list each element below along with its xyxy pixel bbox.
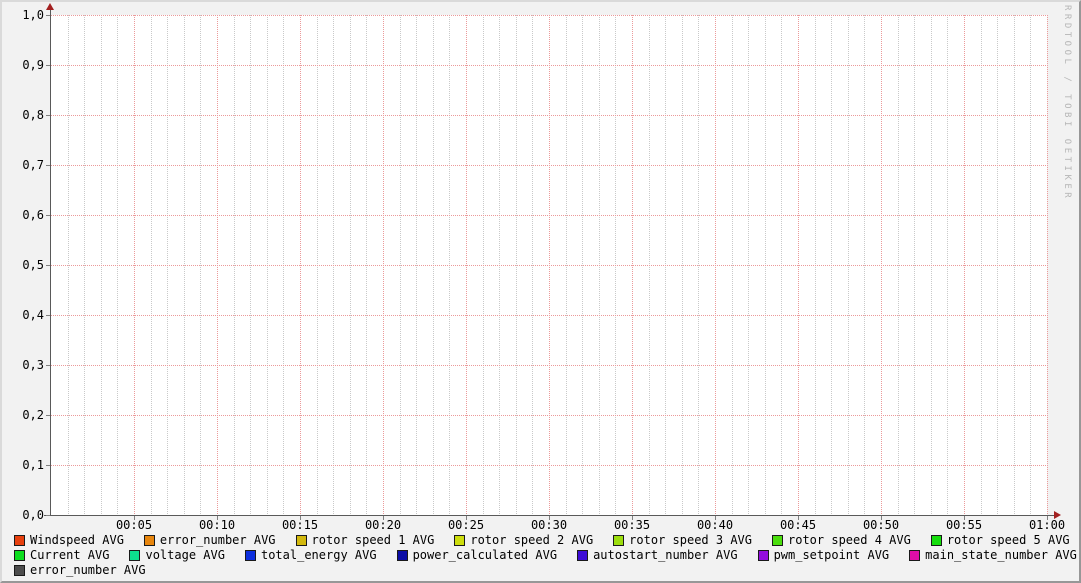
legend-swatch <box>757 550 769 561</box>
x-axis-label: 00:25 <box>447 518 485 532</box>
legend-row: error_number AVG <box>14 564 146 577</box>
legend-label: rotor speed 1 AVG <box>311 533 435 547</box>
x-axis-label: 00:55 <box>945 518 983 532</box>
y-axis-label: 0,1 <box>22 458 44 472</box>
legend-label: total_energy AVG <box>260 548 377 562</box>
legend-item: error_number AVG <box>143 533 276 547</box>
x-axis-line <box>44 515 1056 516</box>
y-axis-tick <box>46 365 50 366</box>
x-axis-label: 00:30 <box>530 518 568 532</box>
legend-label: autostart_number AVG <box>593 548 738 562</box>
legend-item: rotor speed 4 AVG <box>772 534 911 547</box>
grid-line-major-h <box>51 365 1047 366</box>
y-axis-arrow-icon <box>46 3 54 10</box>
x-axis-label: 00:05 <box>115 518 153 532</box>
legend-label: pwm_setpoint AVG <box>773 548 890 562</box>
y-axis-tick <box>46 165 50 166</box>
legend-swatch <box>129 550 141 561</box>
legend-label: voltage AVG <box>145 548 225 562</box>
legend-swatch <box>14 565 25 576</box>
legend-item: power_calculated AVG <box>396 548 558 562</box>
legend-label: error_number AVG <box>159 533 276 547</box>
legend-swatch <box>577 550 589 561</box>
grid-line-major-h <box>51 15 1047 16</box>
legend-swatch <box>772 535 783 546</box>
legend-swatch <box>14 535 25 546</box>
grid-line-major-h <box>51 415 1047 416</box>
legend-item: error_number AVG <box>14 564 146 577</box>
y-axis-tick <box>46 15 50 16</box>
grid-line-major-h <box>51 115 1047 116</box>
rrdtool-graph: 00:05 00:10 00:15 00:20 00:25 00:30 00:35 00:40… <box>0 0 1081 583</box>
legend-label: main_state_number AVG <box>925 548 1077 562</box>
legend-swatch <box>14 550 25 561</box>
y-axis-label: 0,7 <box>22 158 44 172</box>
legend-item: pwm_setpoint AVG <box>757 548 890 562</box>
legend-label: Windspeed AVG <box>30 533 124 547</box>
legend-item: rotor speed 1 AVG <box>295 533 435 547</box>
y-axis-tick <box>46 65 50 66</box>
y-axis-tick <box>46 315 50 316</box>
legend-item: rotor speed 5 AVG <box>930 533 1070 547</box>
legend-item: rotor speed 2 AVG <box>454 534 593 547</box>
x-axis-label: 00:10 <box>198 518 236 532</box>
x-axis-label: 00:50 <box>862 518 900 532</box>
legend-label: Current AVG <box>30 548 110 562</box>
y-axis-tick <box>46 515 50 516</box>
legend-item: voltage AVG <box>129 548 225 562</box>
x-axis-label: 00:20 <box>364 518 402 532</box>
grid-line-major-h <box>51 215 1047 216</box>
legend-label: rotor speed 3 AVG <box>629 533 752 547</box>
legend-swatch <box>143 535 155 546</box>
legend-swatch <box>295 535 307 546</box>
grid-line-major-h <box>51 265 1047 266</box>
y-axis-label: 0,6 <box>22 208 44 222</box>
y-axis-label: 0,2 <box>22 408 44 422</box>
y-axis-tick <box>46 415 50 416</box>
legend-label: error_number AVG <box>30 563 146 577</box>
y-axis-tick <box>46 265 50 266</box>
legend-swatch <box>244 550 256 561</box>
legend-item: Current AVG <box>14 549 109 562</box>
watermark: RRDTOOL / TOBI OETIKER <box>1062 5 1072 202</box>
grid-line-major-h <box>51 165 1047 166</box>
grid-line-major-h <box>51 65 1047 66</box>
y-axis-label: 1,0 <box>22 8 44 22</box>
y-axis-tick <box>46 465 50 466</box>
y-axis-label: 0,8 <box>22 108 44 122</box>
legend-item: total_energy AVG <box>244 548 377 562</box>
legend-swatch <box>909 550 921 561</box>
legend-swatch <box>930 535 942 546</box>
legend-item: main_state_number AVG <box>909 549 1077 562</box>
x-axis-label: 00:45 <box>779 518 817 532</box>
legend-label: rotor speed 4 AVG <box>788 533 911 547</box>
legend-swatch <box>396 550 408 561</box>
legend-item: Windspeed AVG <box>14 534 124 547</box>
grid-line-major-v <box>1047 15 1048 515</box>
x-axis-label: 00:35 <box>613 518 651 532</box>
y-axis-tick <box>46 115 50 116</box>
y-axis-label: 0,3 <box>22 358 44 372</box>
legend-item: autostart_number AVG <box>577 549 738 562</box>
legend-item: rotor speed 3 AVG <box>613 534 752 547</box>
y-axis-label: 0,0 <box>22 508 44 522</box>
legend-row: Windspeed AVG error_number AVG rotor speed… <box>14 534 1070 547</box>
legend-label: rotor speed 5 AVG <box>946 533 1070 547</box>
legend-label: power_calculated AVG <box>412 548 558 562</box>
legend-row: Current AVG voltage AVG total_energy AVG po… <box>14 549 1077 562</box>
y-axis-label: 0,4 <box>22 308 44 322</box>
legend-label: rotor speed 2 AVG <box>470 533 594 547</box>
y-axis-label: 0,9 <box>22 58 44 72</box>
y-axis-tick <box>46 215 50 216</box>
y-axis-label: 0,5 <box>22 258 44 272</box>
x-axis-label: 00:15 <box>281 518 319 532</box>
x-axis-label: 01:00 <box>1028 518 1066 532</box>
legend-swatch <box>613 535 625 546</box>
y-axis-line <box>50 9 51 516</box>
grid-line-major-h <box>51 315 1047 316</box>
legend-swatch <box>454 535 466 546</box>
grid-line-major-h <box>51 465 1047 466</box>
x-axis-label: 00:40 <box>696 518 734 532</box>
